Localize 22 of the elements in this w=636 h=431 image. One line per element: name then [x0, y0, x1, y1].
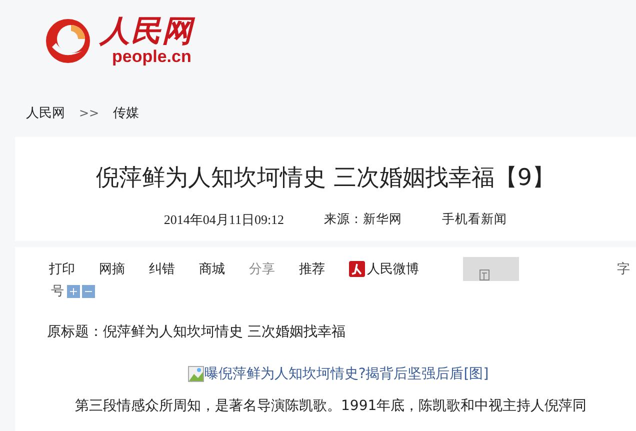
toolbar-link[interactable]: 纠错 — [149, 260, 175, 278]
mobile-news-link[interactable]: 手机看新闻 — [442, 211, 508, 229]
toolbar-link[interactable]: 打印 — [49, 260, 75, 278]
toolbar-link[interactable]: 推荐 — [299, 260, 325, 278]
toolbar-link[interactable]: 网摘 — [99, 260, 125, 278]
logo-wordmark: 人民网 — [100, 16, 193, 48]
article-title: 倪萍鲜为人知坎坷情史 三次婚姻找幸福【9】 — [95, 164, 556, 193]
article-paragraph: 第三段情感众所周知，是著名导演陈凯歌。1991年底，陈凯歌和中视主持人倪萍同 — [75, 397, 588, 415]
original-title: 原标题：倪萍鲜为人知坎坷情史 三次婚姻找幸福 — [47, 323, 346, 341]
publish-date: 2014年04月11日09:12 — [164, 211, 284, 229]
news-source: 来源：新华网 — [324, 211, 402, 228]
breadcrumb-link[interactable]: 传媒 — [113, 104, 140, 122]
weibo-link[interactable]: 人民微博 — [367, 260, 419, 278]
font-size-label: 字 — [617, 261, 630, 278]
share-label: 分享 — [249, 261, 275, 278]
logo-domain: people.cn — [112, 48, 192, 66]
toolbar-link[interactable]: 商城 — [199, 260, 225, 278]
weibo-logo-icon — [349, 261, 365, 277]
font-size-label: 号 — [51, 283, 64, 300]
image-alt-text: 曝倪萍鲜为人知坎坷情史?揭背后坚强后盾[图] — [204, 365, 489, 383]
breadcrumb-separator: >> — [79, 106, 100, 120]
breadcrumb-link[interactable]: 人民网 — [26, 104, 65, 122]
